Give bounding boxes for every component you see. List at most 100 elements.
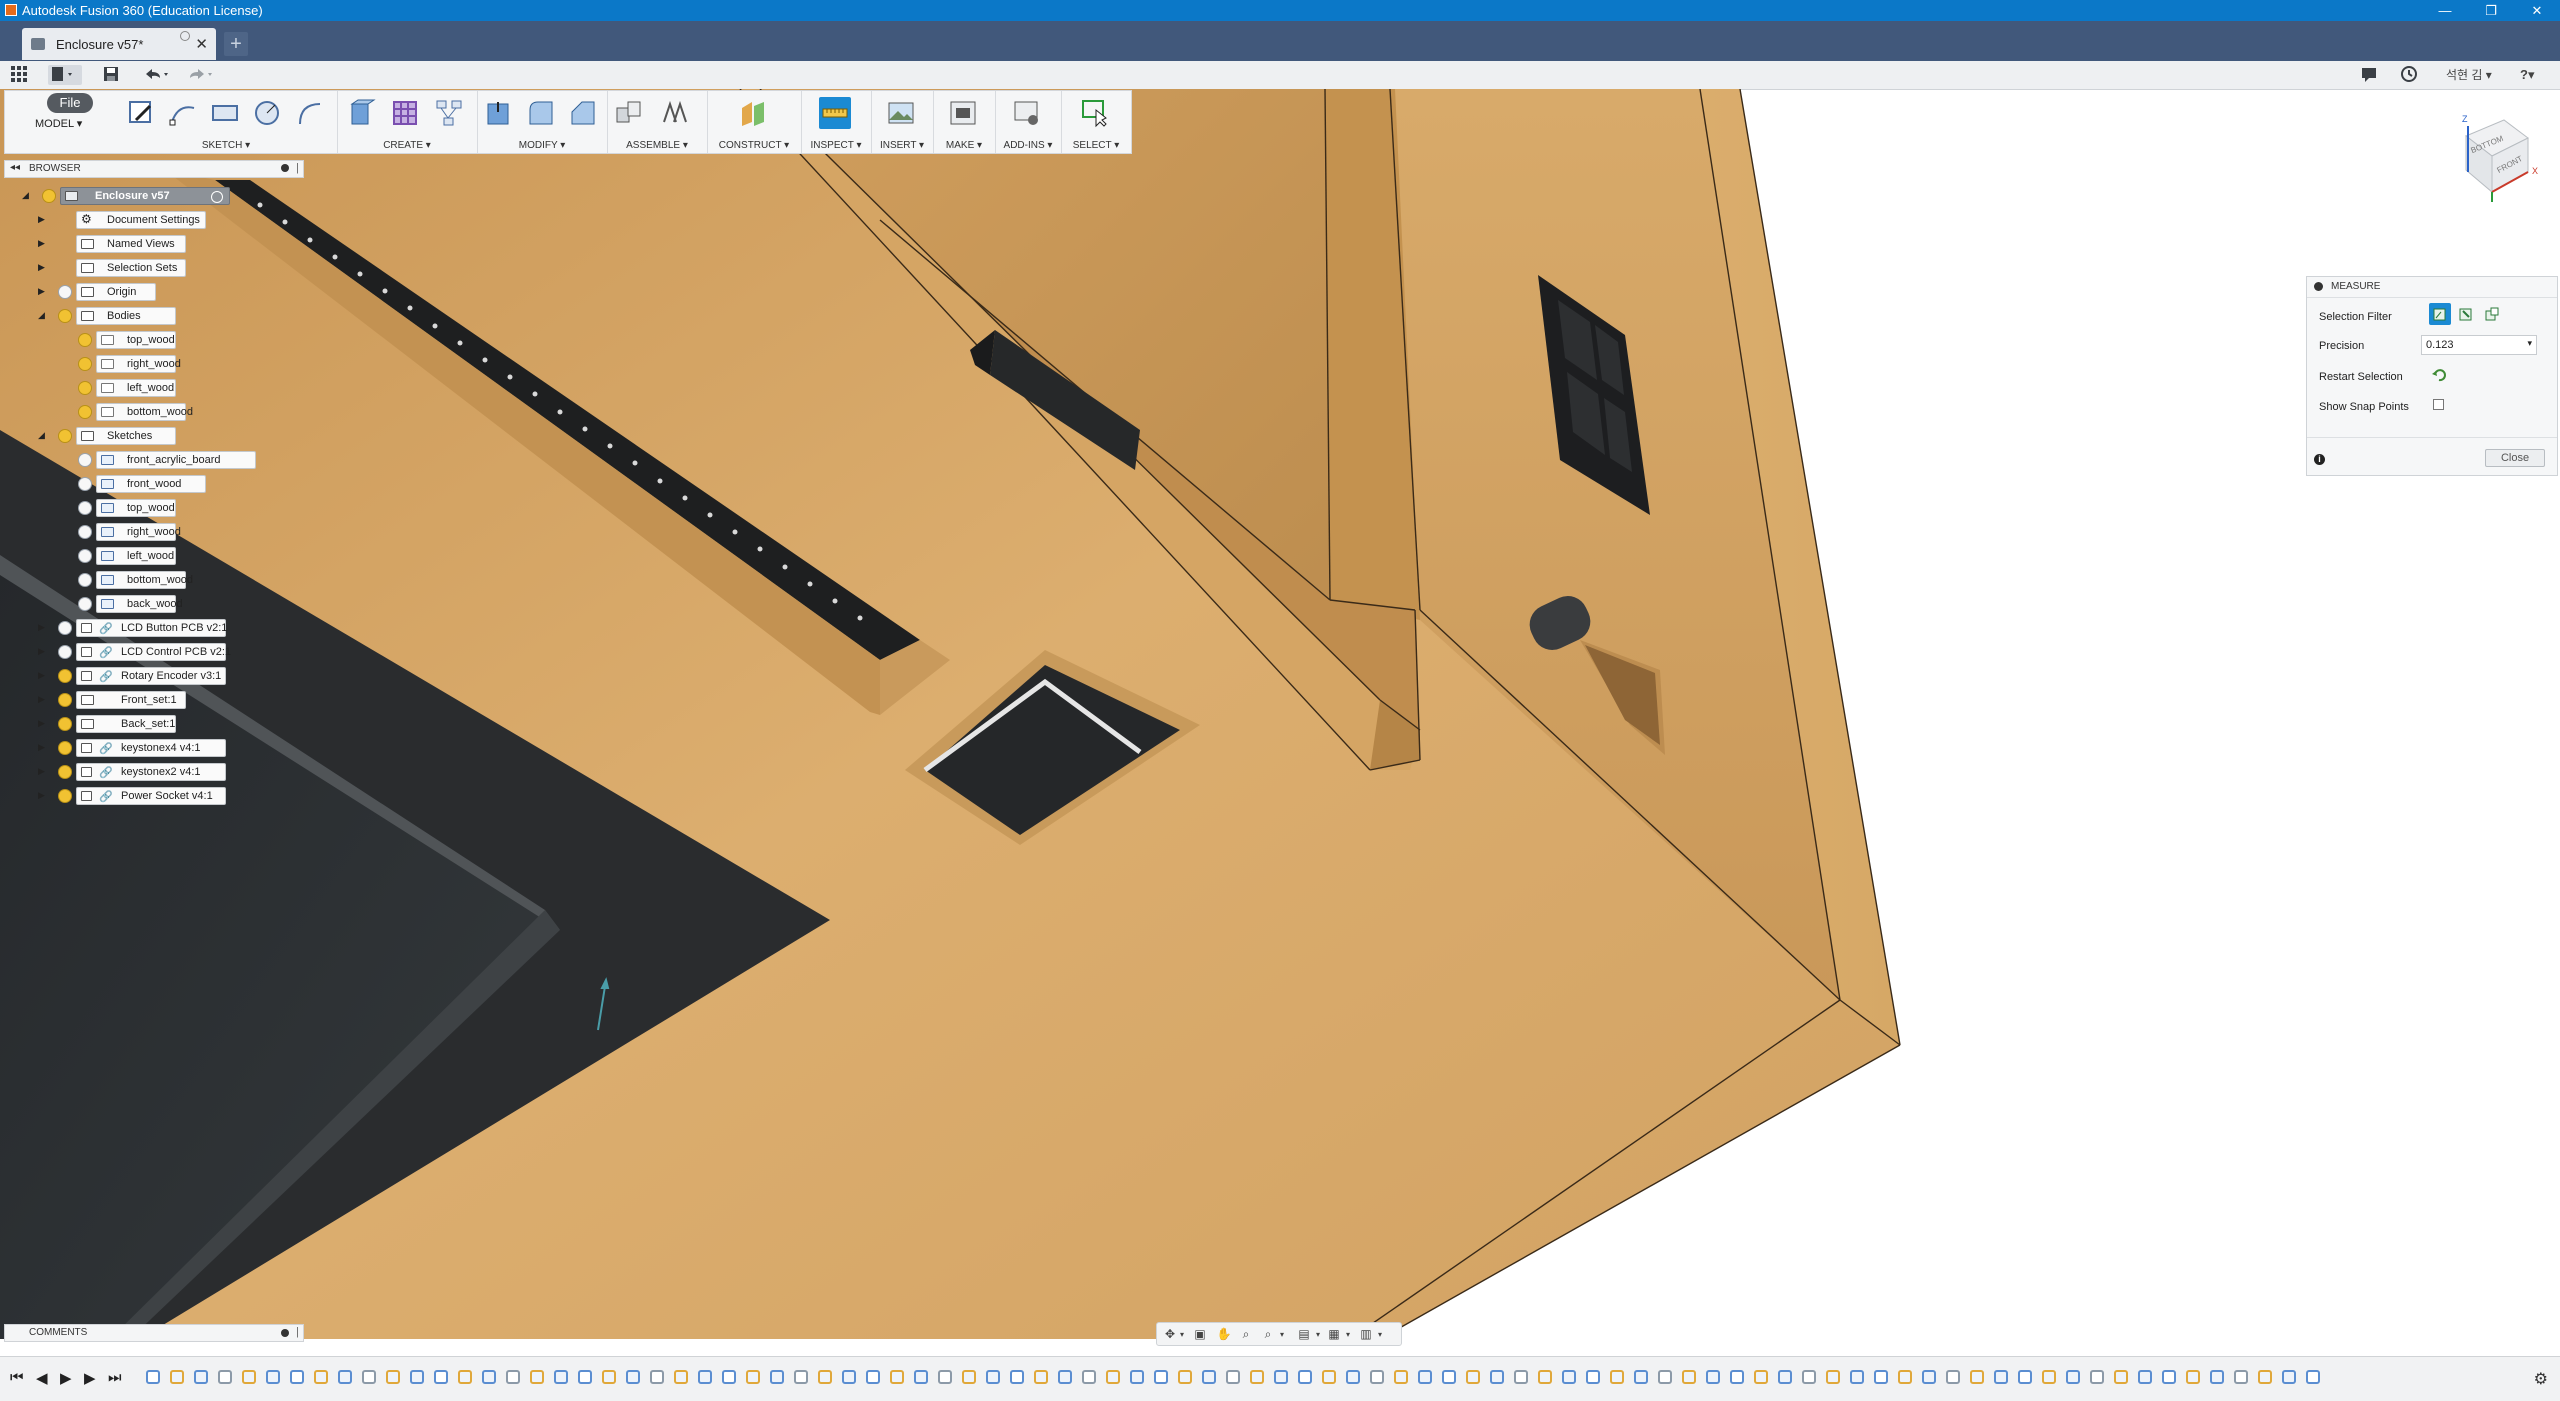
look-at-icon[interactable]: ▣ <box>1191 1326 1209 1342</box>
timeline-feature-icon[interactable] <box>314 1370 328 1384</box>
form-grid-icon[interactable] <box>389 97 421 129</box>
step-forward-icon[interactable]: ▶ <box>84 1369 96 1387</box>
timeline-feature-icon[interactable] <box>2210 1370 2224 1384</box>
orbit-dropdown-icon[interactable]: ▾ <box>1173 1326 1191 1342</box>
timeline-feature-icon[interactable] <box>890 1370 904 1384</box>
root-component-node[interactable]: Enclosure v57 <box>60 187 230 205</box>
timeline-feature-icon[interactable] <box>1442 1370 1456 1384</box>
expand-icon[interactable]: ◢ <box>38 430 48 441</box>
visibility-bulb-icon[interactable] <box>42 189 56 203</box>
go-to-end-icon[interactable]: ⏭ <box>108 1369 122 1386</box>
timeline-feature-icon[interactable] <box>1826 1370 1840 1384</box>
viewports-dropdown-icon[interactable]: ▾ <box>1371 1326 1389 1342</box>
job-status-clock-icon[interactable] <box>2400 65 2418 85</box>
timeline-feature-icon[interactable] <box>1586 1370 1600 1384</box>
new-component-icon[interactable] <box>613 97 645 129</box>
timeline-feature-icon[interactable] <box>1394 1370 1408 1384</box>
expand-icon[interactable]: ▶ <box>38 742 48 753</box>
go-to-start-icon[interactable]: ⏮ <box>10 1369 24 1386</box>
timeline-feature-icon[interactable] <box>1082 1370 1096 1384</box>
document-tab[interactable]: Enclosure v57* ✕ <box>22 28 216 60</box>
timeline-feature-icon[interactable] <box>266 1370 280 1384</box>
sketch-node[interactable]: front_wood <box>96 475 206 493</box>
insert-image-icon[interactable] <box>885 97 917 129</box>
sketch-node[interactable]: front_acrylic_board <box>96 451 256 469</box>
component-node[interactable]: Front_set:1 <box>76 691 186 709</box>
folder-node[interactable]: Sketches <box>76 427 176 445</box>
timeline-feature-icon[interactable] <box>1202 1370 1216 1384</box>
undo-icon[interactable] <box>142 65 172 85</box>
zoom-icon[interactable]: ⌕ <box>1237 1326 1255 1342</box>
expand-icon[interactable]: ▶ <box>38 790 48 801</box>
sketch-node[interactable]: bottom_wood <box>96 571 193 589</box>
expand-icon[interactable]: ▶ <box>38 238 48 249</box>
component-node[interactable]: 🔗 Power Socket v4:1 <box>76 787 226 805</box>
timeline-feature-icon[interactable] <box>1034 1370 1048 1384</box>
timeline-feature-icon[interactable] <box>2114 1370 2128 1384</box>
extrude-icon[interactable] <box>345 97 377 129</box>
timeline-feature-icon[interactable] <box>674 1370 688 1384</box>
timeline-feature-icon[interactable] <box>1490 1370 1504 1384</box>
show-snap-points-checkbox[interactable] <box>2433 399 2444 410</box>
select-group-label[interactable]: SELECT ▾ <box>1061 140 1131 151</box>
timeline-feature-icon[interactable] <box>2306 1370 2320 1384</box>
collapse-dialog-icon[interactable] <box>2314 282 2323 291</box>
timeline-feature-icon[interactable] <box>1130 1370 1144 1384</box>
timeline-feature-icon[interactable] <box>1178 1370 1192 1384</box>
expand-icon[interactable]: ▶ <box>38 694 48 705</box>
visibility-bulb-icon[interactable] <box>78 405 92 419</box>
browser-header[interactable]: ◂◂ BROWSER | <box>4 160 304 178</box>
timeline-feature-icon[interactable] <box>1778 1370 1792 1384</box>
assemble-group-label[interactable]: ASSEMBLE ▾ <box>607 140 707 151</box>
close-window-button[interactable]: ✕ <box>2514 0 2560 21</box>
inspect-group-label[interactable]: INSPECT ▾ <box>801 140 871 151</box>
timeline-feature-icon[interactable] <box>1634 1370 1648 1384</box>
timeline-feature-icon[interactable] <box>290 1370 304 1384</box>
close-tab-button[interactable]: ✕ <box>195 35 208 53</box>
modify-group-label[interactable]: MODIFY ▾ <box>477 140 607 151</box>
timeline-feature-icon[interactable] <box>1418 1370 1432 1384</box>
expand-icon[interactable]: ▶ <box>38 646 48 657</box>
expand-icon[interactable]: ◢ <box>38 310 48 321</box>
timeline-feature-icon[interactable] <box>1514 1370 1528 1384</box>
component-node[interactable]: 🔗 keystonex4 v4:1 <box>76 739 226 757</box>
visibility-bulb-icon[interactable] <box>78 501 92 515</box>
body-node[interactable]: left_wood <box>96 379 176 397</box>
timeline-feature-icon[interactable] <box>1802 1370 1816 1384</box>
visibility-bulb-icon[interactable] <box>78 333 92 347</box>
component-node[interactable]: 🔗 Rotary Encoder v3:1 <box>76 667 226 685</box>
timeline-feature-icon[interactable] <box>2282 1370 2296 1384</box>
body-node[interactable]: top_wood <box>96 331 176 349</box>
sketch-node[interactable]: right_wood <box>96 523 181 541</box>
timeline-feature-icon[interactable] <box>746 1370 760 1384</box>
play-icon[interactable]: ▶ <box>60 1369 72 1387</box>
new-tab-button[interactable]: + <box>224 32 248 56</box>
rectangle-tool-icon[interactable] <box>209 97 241 129</box>
visibility-bulb-icon[interactable] <box>58 309 72 323</box>
timeline-feature-icon[interactable] <box>1970 1370 1984 1384</box>
folder-node[interactable]: Bodies <box>76 307 176 325</box>
grid-dropdown-icon[interactable]: ▾ <box>1339 1326 1357 1342</box>
timeline-settings-gear-icon[interactable]: ⚙ <box>2534 1369 2548 1389</box>
select-cursor-icon[interactable] <box>1079 97 1111 129</box>
visibility-bulb-icon[interactable] <box>78 477 92 491</box>
sketch-node[interactable]: left_wood <box>96 547 176 565</box>
timeline-feature-icon[interactable] <box>1154 1370 1168 1384</box>
timeline-feature-icon[interactable] <box>530 1370 544 1384</box>
timeline-feature-icon[interactable] <box>362 1370 376 1384</box>
timeline-feature-icon[interactable] <box>1562 1370 1576 1384</box>
timeline-feature-icon[interactable] <box>554 1370 568 1384</box>
redo-icon[interactable] <box>186 65 216 85</box>
timeline-feature-icon[interactable] <box>458 1370 472 1384</box>
derive-tree-icon[interactable] <box>433 97 465 129</box>
press-pull-icon[interactable] <box>483 97 515 129</box>
3d-viewport[interactable] <box>0 89 2560 1339</box>
timeline-feature-icon[interactable] <box>338 1370 352 1384</box>
timeline-feature-icon[interactable] <box>1682 1370 1696 1384</box>
timeline-feature-icon[interactable] <box>1730 1370 1744 1384</box>
insert-group-label[interactable]: INSERT ▾ <box>871 140 933 151</box>
visibility-bulb-icon[interactable] <box>58 621 72 635</box>
precision-select[interactable]: 0.123 ▾ <box>2421 335 2537 355</box>
select-body-filter-icon[interactable] <box>2481 303 2503 325</box>
timeline-feature-icon[interactable] <box>2258 1370 2272 1384</box>
